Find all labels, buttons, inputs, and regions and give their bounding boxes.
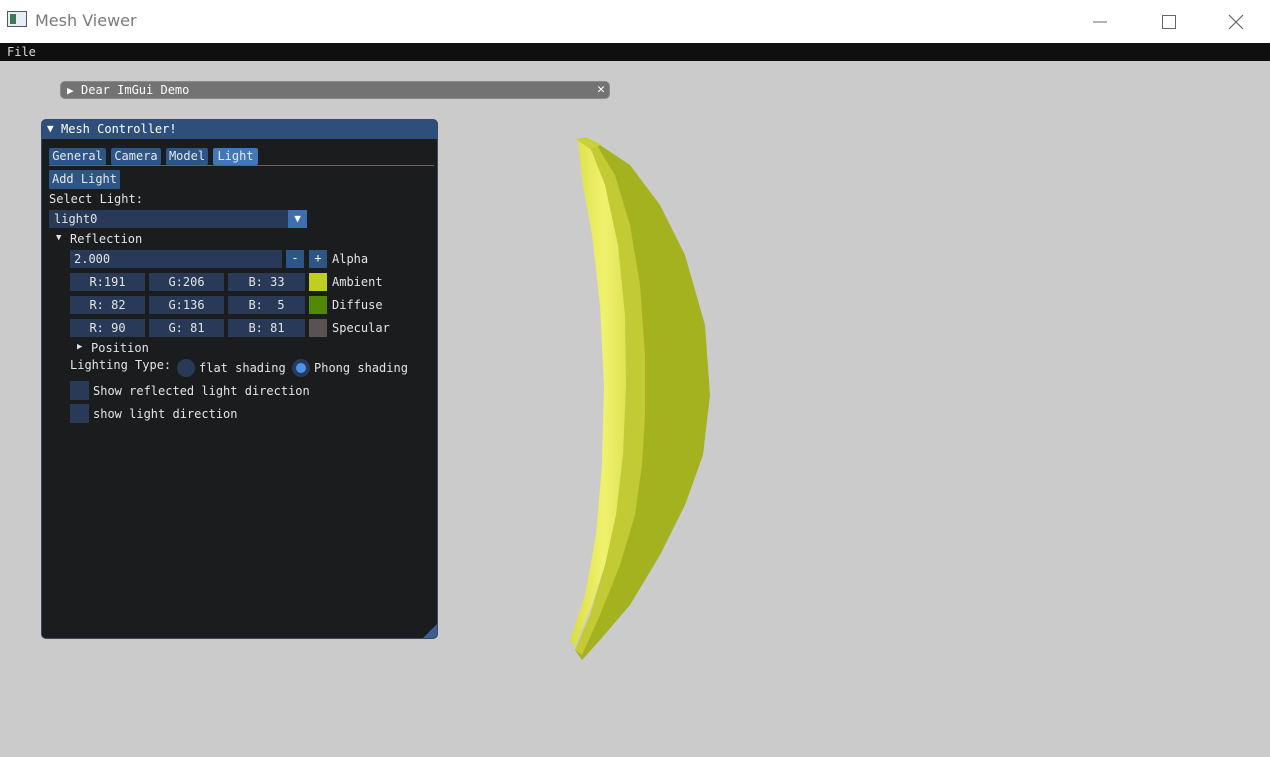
ambient-r-field[interactable]: R:191 [70, 273, 145, 291]
reflection-header[interactable]: Reflection [70, 232, 142, 246]
specular-r-field[interactable]: R: 90 [70, 319, 145, 337]
tab-general[interactable]: General [49, 148, 106, 165]
select-light-label: Select Light: [49, 192, 143, 206]
mesh-controller-window: ▼ Mesh Controller! General Camera Model … [41, 119, 438, 639]
panel-title: Mesh Controller! [61, 122, 177, 136]
menu-bar: File [0, 43, 1270, 61]
add-light-button[interactable]: Add Light [49, 170, 120, 189]
show-reflected-label[interactable]: Show reflected light direction [93, 384, 310, 398]
collapse-arrow-icon[interactable]: ▼ [56, 233, 61, 243]
title-bar: Mesh Viewer [0, 0, 1270, 43]
tab-camera[interactable]: Camera [111, 148, 161, 165]
alpha-label: Alpha [332, 252, 369, 266]
minimize-button[interactable] [1066, 0, 1134, 43]
demo-window-title: Dear ImGui Demo [81, 83, 190, 97]
resize-grip[interactable] [423, 624, 437, 638]
close-button[interactable] [1202, 0, 1270, 43]
flat-shading-label[interactable]: flat shading [199, 361, 286, 375]
diffuse-b-field[interactable]: B: 5 [228, 296, 305, 314]
menu-file[interactable]: File [7, 45, 36, 59]
alpha-increment-button[interactable]: + [309, 250, 327, 268]
diffuse-color-swatch[interactable] [309, 296, 327, 314]
expand-arrow-icon[interactable]: ▶ [77, 342, 82, 352]
close-icon [1228, 14, 1244, 29]
show-reflected-checkbox[interactable] [70, 381, 89, 400]
collapse-arrow-icon[interactable]: ▼ [47, 122, 54, 135]
panel-title-bar[interactable]: ▼ Mesh Controller! [42, 120, 437, 139]
expand-arrow-icon[interactable]: ▶ [67, 84, 74, 97]
light-select-combo[interactable]: light0 ▼ [49, 210, 307, 228]
tab-light[interactable]: Light [213, 148, 258, 165]
app-icon [7, 11, 27, 27]
ambient-g-field[interactable]: G:206 [149, 273, 224, 291]
close-icon[interactable]: ✕ [597, 82, 605, 97]
specular-color-swatch[interactable] [309, 319, 327, 337]
chevron-down-icon[interactable]: ▼ [288, 210, 307, 228]
demo-window-collapsed[interactable]: ▶ Dear ImGui Demo ✕ [60, 81, 610, 99]
alpha-input[interactable]: 2.000 [70, 250, 282, 268]
diffuse-g-field[interactable]: G:136 [149, 296, 224, 314]
ambient-color-swatch[interactable] [309, 273, 327, 291]
show-light-direction-label[interactable]: show light direction [93, 407, 238, 421]
diffuse-label: Diffuse [332, 298, 383, 312]
window-title: Mesh Viewer [35, 11, 137, 30]
phong-shading-radio[interactable] [292, 359, 310, 377]
specular-g-field[interactable]: G: 81 [149, 319, 224, 337]
lighting-type-label: Lighting Type: [70, 358, 172, 372]
specular-b-field[interactable]: B: 81 [228, 319, 305, 337]
mesh-viewport-object[interactable] [560, 135, 720, 665]
phong-shading-label[interactable]: Phong shading [314, 361, 408, 375]
specular-label: Specular [332, 321, 390, 335]
ambient-label: Ambient [332, 275, 383, 289]
diffuse-r-field[interactable]: R: 82 [70, 296, 145, 314]
minimize-icon [1093, 21, 1107, 22]
tab-model[interactable]: Model [166, 148, 208, 165]
maximize-button[interactable] [1135, 0, 1203, 43]
position-header[interactable]: Position [91, 341, 149, 355]
maximize-icon [1162, 14, 1176, 29]
ambient-b-field[interactable]: B: 33 [228, 273, 305, 291]
show-light-direction-checkbox[interactable] [70, 404, 89, 423]
selected-light-value: light0 [54, 212, 98, 226]
alpha-decrement-button[interactable]: - [286, 250, 304, 268]
flat-shading-radio[interactable] [177, 359, 195, 377]
tab-underline [49, 165, 434, 166]
